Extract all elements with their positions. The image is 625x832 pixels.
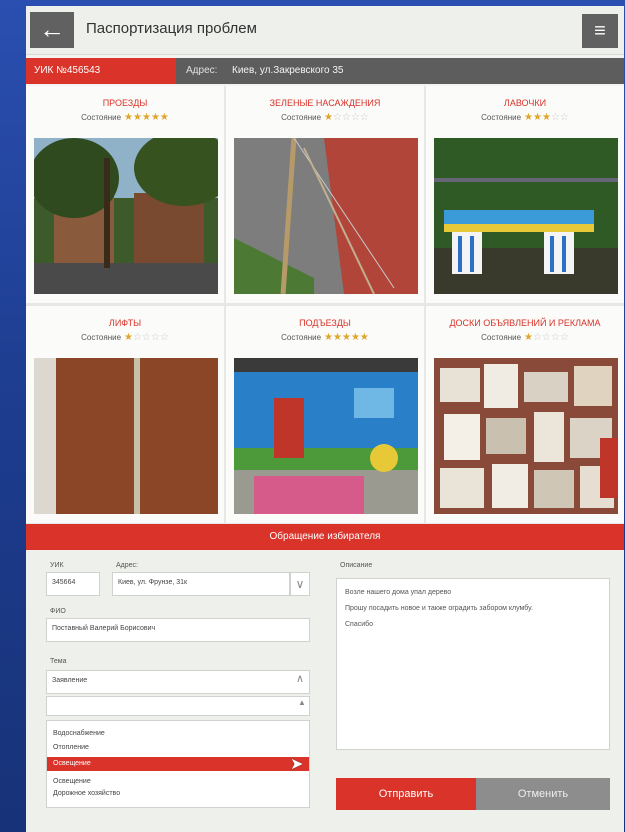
photo-entrances — [234, 358, 418, 514]
tile-title: ЗЕЛЕНЫЕ НАСАЖДЕНИЯ — [269, 98, 381, 108]
topic-option[interactable]: Водоснабжение — [47, 727, 309, 741]
hamburger-icon: ≡ — [594, 20, 606, 42]
tile-entrances[interactable]: ПОДЪЕЗДЫ Состояние ★★★★★ — [226, 306, 424, 523]
address-field[interactable]: Киев, ул. Фрунзе, 31к — [112, 572, 290, 596]
cancel-button[interactable]: Отменить — [476, 778, 610, 810]
send-button[interactable]: Отправить — [336, 778, 476, 810]
star-empty-icon[interactable]: ☆ — [560, 112, 569, 123]
star-empty-icon[interactable]: ☆ — [133, 332, 142, 343]
app-window: ← Паспортизация проблем ≡ УИК №456543 Ад… — [26, 6, 624, 832]
star-empty-icon[interactable]: ☆ — [342, 112, 351, 123]
tile-state: Состояние ★★★★★ — [81, 112, 169, 123]
top-bar: ← Паспортизация проблем ≡ — [26, 6, 624, 55]
star-filled-icon[interactable]: ★ — [533, 112, 542, 123]
tile-roads[interactable]: ПРОЕЗДЫ Состояние ★★★★★ — [26, 86, 224, 303]
star-filled-icon[interactable]: ★ — [542, 112, 551, 123]
fio-field[interactable]: Поставный Валерий Борисович — [46, 618, 310, 642]
chevron-up-icon[interactable]: ∧ — [296, 672, 304, 685]
rating-stars[interactable]: ★★★★★ — [124, 112, 169, 123]
tile-state: Состояние ★★★☆☆ — [481, 112, 569, 123]
rating-stars[interactable]: ★☆☆☆☆ — [124, 332, 169, 343]
address-value: Киев, ул.Закревского 35 — [232, 65, 344, 76]
menu-button[interactable]: ≡ — [582, 14, 618, 48]
star-empty-icon[interactable]: ☆ — [151, 332, 160, 343]
scroll-up-icon[interactable]: ▲ — [298, 698, 306, 707]
tile-title: ЛИФТЫ — [108, 318, 142, 328]
tile-title: ПРОЕЗДЫ — [102, 98, 148, 108]
tile-greenery[interactable]: ЗЕЛЕНЫЕ НАСАЖДЕНИЯ Состояние ★☆☆☆☆ — [226, 86, 424, 303]
rating-stars[interactable]: ★★★★★ — [324, 332, 369, 343]
description-line: Возле нашего дома упал дерево — [345, 589, 452, 596]
topic-option[interactable]: Дорожное хозяйство — [47, 787, 309, 801]
star-empty-icon[interactable]: ☆ — [333, 112, 342, 123]
uik-badge: УИК №456543 — [26, 58, 176, 84]
star-empty-icon[interactable]: ☆ — [351, 112, 360, 123]
rating-stars[interactable]: ★★★☆☆ — [524, 112, 569, 123]
uik-field[interactable]: 345664 — [46, 572, 100, 596]
star-filled-icon[interactable]: ★ — [333, 332, 342, 343]
star-filled-icon[interactable]: ★ — [524, 332, 533, 343]
arrow-left-icon: ← — [39, 14, 65, 44]
page-title: Паспортизация проблем — [86, 20, 257, 37]
topic-option[interactable]: Отопление — [47, 741, 309, 755]
category-grid: ПРОЕЗДЫ Состояние ★★★★★ ЗЕЛЕНЫЕ НАСАЖДЕНИ… — [26, 86, 624, 524]
tile-state: Состояние ★☆☆☆☆ — [481, 332, 569, 343]
info-bar: УИК №456543 Адрес: Киев, ул.Закревского … — [26, 58, 624, 84]
tile-benches[interactable]: ЛАВОЧКИ Состояние ★★★☆☆ — [426, 86, 624, 303]
photo-boards — [434, 358, 618, 514]
rating-stars[interactable]: ★☆☆☆☆ — [324, 112, 369, 123]
tile-boards[interactable]: ДОСКИ ОБЪЯВЛЕНИЙ И РЕКЛАМА Состояние ★☆☆☆… — [426, 306, 624, 523]
tile-state: Состояние ★★★★★ — [281, 332, 369, 343]
description-textarea[interactable]: Возле нашего дома упал дерево Прошу поса… — [336, 578, 610, 750]
tile-state: Состояние ★☆☆☆☆ — [81, 332, 169, 343]
tile-title: ЛАВОЧКИ — [503, 98, 547, 108]
star-filled-icon[interactable]: ★ — [324, 332, 333, 343]
address-dropdown-button[interactable]: ∨ — [290, 572, 310, 596]
topic-options-list: Водоснабжение Отопление Освещение Освеще… — [46, 720, 310, 808]
topic-filter-input[interactable] — [46, 696, 310, 716]
star-filled-icon[interactable]: ★ — [124, 332, 133, 343]
description-line: Прошу посадить новое и также оградить за… — [345, 605, 533, 612]
description-line: Спасибо — [345, 621, 374, 628]
star-filled-icon[interactable]: ★ — [160, 112, 169, 123]
star-filled-icon[interactable]: ★ — [324, 112, 333, 123]
star-empty-icon[interactable]: ☆ — [551, 112, 560, 123]
star-filled-icon[interactable]: ★ — [142, 112, 151, 123]
star-filled-icon[interactable]: ★ — [124, 112, 133, 123]
chevron-down-icon: ∨ — [295, 577, 305, 591]
topic-option-selected[interactable]: Освещение — [47, 757, 309, 771]
back-button[interactable]: ← — [30, 12, 74, 48]
star-empty-icon[interactable]: ☆ — [142, 332, 151, 343]
fio-label: ФИО — [50, 608, 66, 615]
feedback-header: Обращение избирателя — [26, 524, 624, 550]
mouse-cursor-icon: ➤ — [290, 756, 304, 773]
photo-roads — [34, 138, 218, 294]
star-empty-icon[interactable]: ☆ — [160, 332, 169, 343]
tile-elevators[interactable]: ЛИФТЫ Состояние ★☆☆☆☆ — [26, 306, 224, 523]
star-filled-icon[interactable]: ★ — [524, 112, 533, 123]
photo-elevators — [34, 358, 218, 514]
star-filled-icon[interactable]: ★ — [151, 112, 160, 123]
description-label: Описание — [340, 562, 373, 569]
star-filled-icon[interactable]: ★ — [133, 112, 142, 123]
star-empty-icon[interactable]: ☆ — [542, 332, 551, 343]
star-filled-icon[interactable]: ★ — [342, 332, 351, 343]
photo-benches — [434, 138, 618, 294]
topic-select[interactable]: Заявление — [46, 670, 310, 694]
star-empty-icon[interactable]: ☆ — [533, 332, 542, 343]
tile-title: ДОСКИ ОБЪЯВЛЕНИЙ И РЕКЛАМА — [449, 318, 601, 328]
photo-greenery — [234, 138, 418, 294]
address-label: Адрес: — [186, 65, 218, 76]
tile-title: ПОДЪЕЗДЫ — [299, 318, 351, 328]
topic-label: Тема — [50, 658, 67, 665]
star-empty-icon[interactable]: ☆ — [551, 332, 560, 343]
star-empty-icon[interactable]: ☆ — [560, 332, 569, 343]
star-filled-icon[interactable]: ★ — [360, 332, 369, 343]
uik-label: УИК — [50, 562, 64, 569]
rating-stars[interactable]: ★☆☆☆☆ — [524, 332, 569, 343]
tile-state: Состояние ★☆☆☆☆ — [281, 112, 369, 123]
star-filled-icon[interactable]: ★ — [351, 332, 360, 343]
form-address-label: Адрес: — [116, 562, 138, 569]
star-empty-icon[interactable]: ☆ — [360, 112, 369, 123]
